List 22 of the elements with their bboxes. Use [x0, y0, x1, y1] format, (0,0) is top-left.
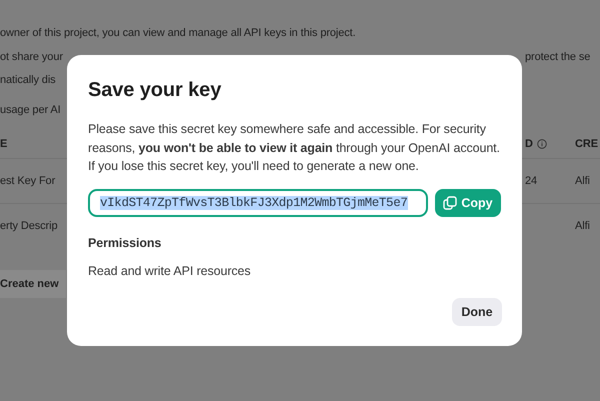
- done-button[interactable]: Done: [452, 298, 502, 326]
- column-header: D: [525, 138, 533, 150]
- column-header: CRE: [575, 138, 598, 150]
- permissions-text: Read and write API resources: [88, 264, 252, 278]
- table-cell-text: 24: [525, 175, 538, 187]
- table-cell-text: erty Descrip: [0, 220, 58, 232]
- dialog-message: Please save this secret key somewhere safe and accessible. For security reasons, you won't be able to view it again through your OpenAI account. If you lose this secret key, you'll need to generate a new one.: [88, 121, 501, 175]
- description-text: owner of this project, you can view and manage all API keys in this project.: [0, 27, 357, 39]
- warning-text: protect the se: [525, 51, 592, 63]
- info-icon: [536, 139, 547, 149]
- copy-icon: [443, 196, 458, 210]
- warning-text: natically dis: [0, 74, 57, 86]
- key-field[interactable]: vIkdST47ZpTfWvsT3BlbkFJ3Xdp1M2WmbTGjmMeT5e7: [88, 188, 428, 216]
- usage-text: usage per AI: [0, 104, 62, 116]
- permissions-heading: Permissions: [88, 236, 162, 250]
- create-button[interactable]: Create new: [0, 270, 66, 298]
- table-cell-text: Alfi: [575, 220, 591, 232]
- dialog-title: Save your key: [88, 79, 222, 102]
- column-header: E: [0, 138, 8, 150]
- table-cell-text: est Key For: [0, 175, 56, 187]
- table-cell-text: Alfi: [575, 175, 591, 187]
- warning-text: ot share your: [0, 51, 64, 63]
